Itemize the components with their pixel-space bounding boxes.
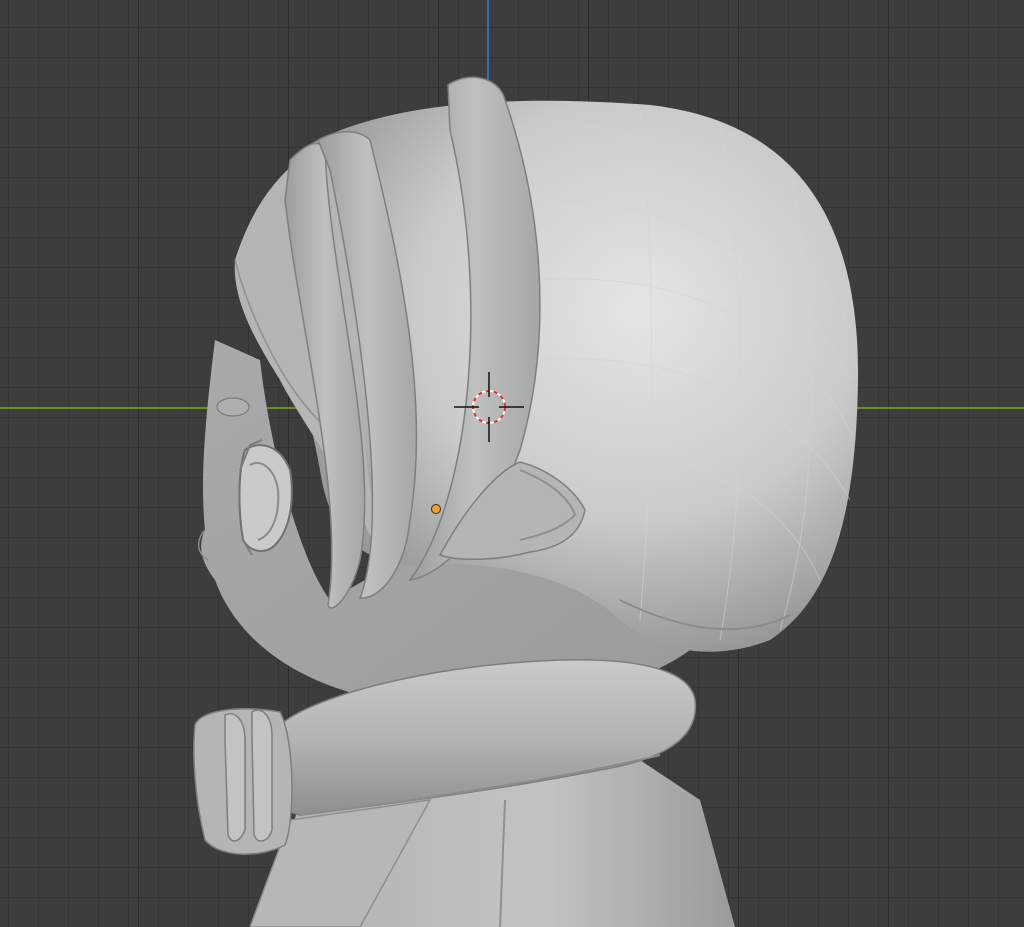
eyebrow — [216, 397, 250, 417]
crosshair-cursor-icon[interactable] — [454, 372, 524, 442]
origin-dot-icon[interactable] — [431, 504, 441, 514]
character-mesh[interactable] — [0, 0, 1024, 927]
3d-viewport[interactable] — [0, 0, 1024, 927]
